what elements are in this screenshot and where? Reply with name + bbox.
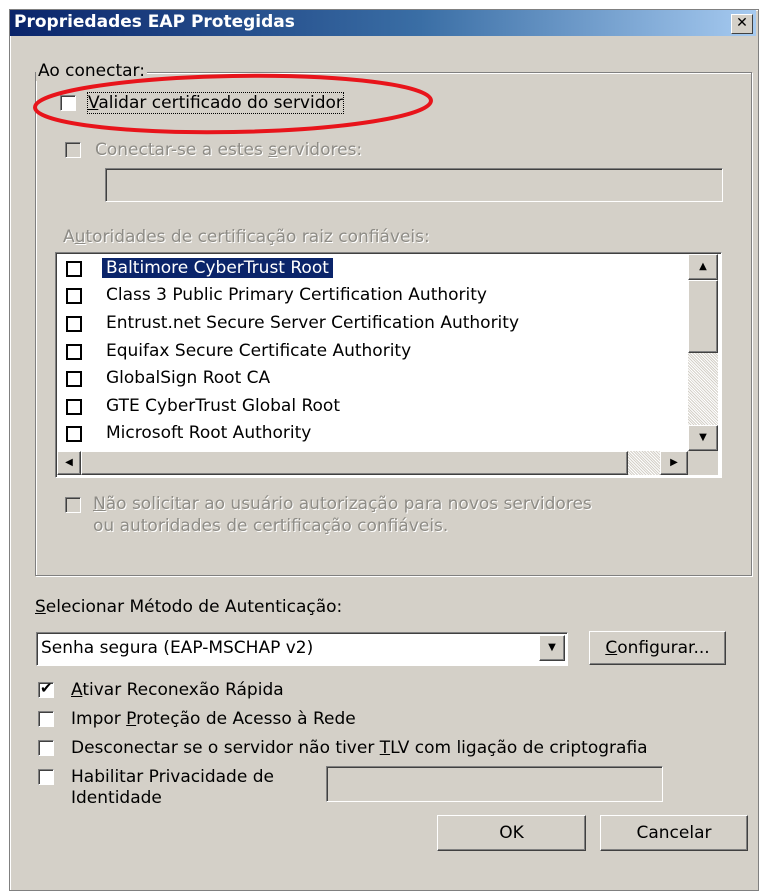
scroll-left-button[interactable]: ◀ <box>57 451 81 475</box>
list-item-checkbox[interactable] <box>66 426 82 442</box>
identity-input[interactable] <box>326 766 663 802</box>
list-item-label: Microsoft Root Authority <box>106 423 312 443</box>
arrow-up-icon: ▲ <box>699 261 707 272</box>
no-prompt-checkbox[interactable] <box>65 497 81 513</box>
connect-servers-checkbox[interactable] <box>65 142 81 158</box>
on-connect-label: Ao conectar: <box>36 61 147 81</box>
window-title: Propriedades EAP Protegidas <box>14 12 295 32</box>
disconnect-tlv-label[interactable]: Desconectar se o servidor não tiver TLV … <box>71 738 648 758</box>
chevron-down-icon: ▼ <box>548 642 556 653</box>
cancel-button[interactable]: Cancelar <box>600 815 748 851</box>
ok-button[interactable]: OK <box>437 815 586 851</box>
list-item-checkbox[interactable] <box>66 288 82 304</box>
list-item-label: Class 3 Public Primary Certification Aut… <box>106 285 487 305</box>
configure-button[interactable]: Configurar... <box>589 631 726 665</box>
nap-checkbox[interactable] <box>38 711 54 727</box>
list-item-checkbox[interactable] <box>66 344 82 360</box>
identity-privacy-label-line1[interactable]: Habilitar Privacidade de <box>71 767 274 787</box>
arrow-right-icon: ▶ <box>670 457 678 468</box>
list-item-label: GlobalSign Root CA <box>106 368 271 388</box>
connect-servers-label: Conectar-se a estes servidores: <box>95 140 363 160</box>
validate-cert-checkbox[interactable] <box>60 95 76 111</box>
auth-method-value: Senha segura (EAP-MSCHAP v2) <box>41 638 314 658</box>
list-item-checkbox[interactable] <box>66 316 82 332</box>
list-item-label: Equifax Secure Certificate Authority <box>106 341 412 361</box>
validate-cert-label[interactable]: Validar certificado do servidor <box>87 92 344 114</box>
arrow-left-icon: ◀ <box>65 457 73 468</box>
root-ca-list[interactable]: Baltimore CyberTrust Root Class 3 Public… <box>55 252 722 478</box>
fast-reconnect-label[interactable]: Ativar Reconexão Rápida <box>71 680 284 700</box>
no-prompt-label-line1: Não solicitar ao usuário autorização par… <box>93 494 592 514</box>
no-prompt-label-line2: ou autoridades de certificação confiávei… <box>93 516 449 536</box>
checkmark-icon: ✔ <box>40 679 53 697</box>
dropdown-button[interactable]: ▼ <box>539 635 565 661</box>
scroll-down-button[interactable]: ▼ <box>688 425 718 451</box>
vertical-scroll-thumb[interactable] <box>688 280 718 353</box>
identity-privacy-label-line2[interactable]: Identidade <box>71 788 162 808</box>
arrow-down-icon: ▼ <box>699 432 707 443</box>
auth-method-label: Selecionar Método de Autenticação: <box>35 597 343 617</box>
scroll-corner <box>688 451 718 475</box>
identity-privacy-checkbox[interactable] <box>38 769 54 785</box>
list-item-checkbox[interactable] <box>66 371 82 387</box>
scroll-up-button[interactable]: ▲ <box>688 254 718 280</box>
fast-reconnect-checkbox[interactable]: ✔ <box>38 679 54 698</box>
list-item-label: Baltimore CyberTrust Root <box>102 258 333 278</box>
close-button[interactable]: ✕ <box>731 14 753 34</box>
list-item-checkbox[interactable] <box>66 261 82 277</box>
nap-label[interactable]: Impor Proteção de Acesso à Rede <box>71 709 356 729</box>
disconnect-tlv-checkbox[interactable] <box>38 740 54 756</box>
auth-method-select[interactable]: Senha segura (EAP-MSCHAP v2) ▼ <box>36 632 568 666</box>
servers-input[interactable] <box>105 168 723 202</box>
close-icon: ✕ <box>736 15 748 31</box>
list-item-label: Entrust.net Secure Server Certification … <box>106 313 520 333</box>
root-ca-label: Autoridades de certificação raiz confiáv… <box>63 227 430 247</box>
horizontal-scroll-thumb[interactable] <box>81 451 628 475</box>
list-item-label: GTE CyberTrust Global Root <box>106 396 340 416</box>
list-item-checkbox[interactable] <box>66 399 82 415</box>
scroll-right-button[interactable]: ▶ <box>660 451 688 475</box>
